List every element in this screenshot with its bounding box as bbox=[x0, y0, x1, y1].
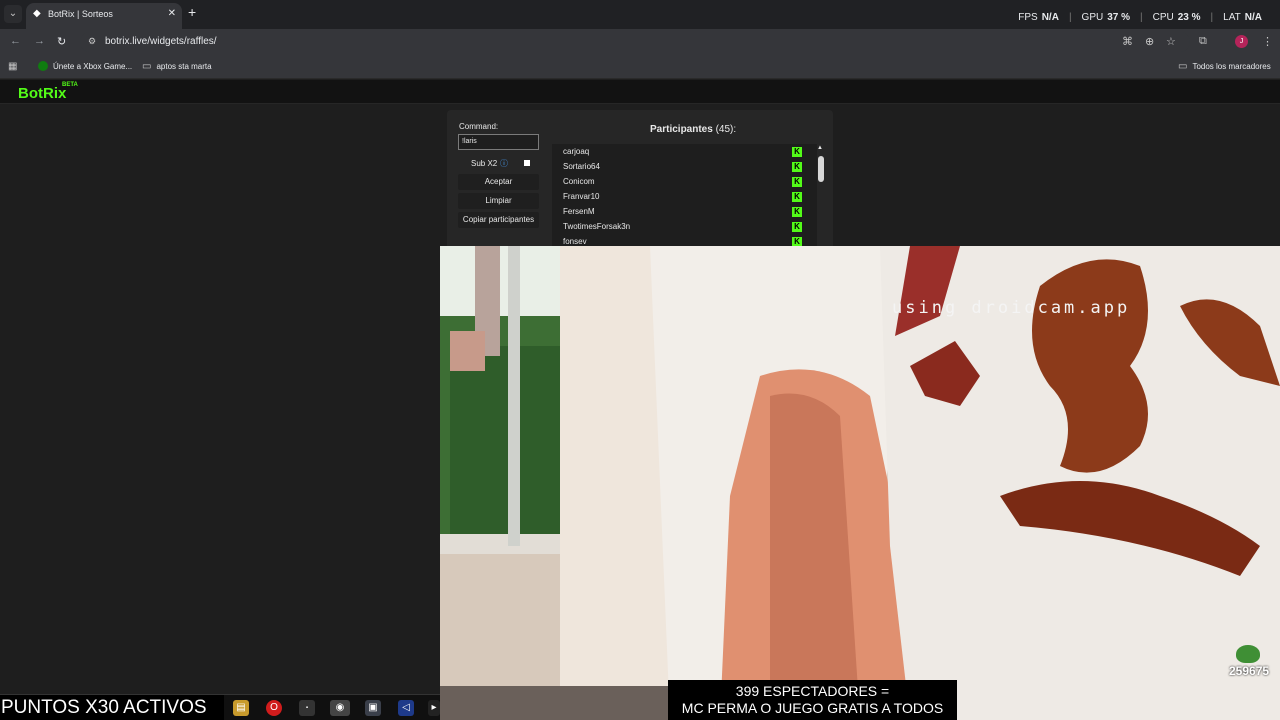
bookmark-aptos[interactable]: ▭ aptos sta marta bbox=[142, 61, 212, 72]
raffle-panel: Command: !laris Sub X2 ⓘ Aceptar Limpiar… bbox=[447, 110, 833, 250]
tab-search-icon[interactable]: ⌄ bbox=[4, 5, 22, 23]
zoom-icon[interactable]: ⊕ bbox=[1145, 35, 1154, 48]
performance-overlay: FPS N/A | GPU 37 % | CPU 23 % | LAT N/A bbox=[1018, 12, 1262, 23]
gpu-value: 37 % bbox=[1107, 12, 1131, 23]
kick-icon: K bbox=[792, 162, 802, 172]
app-icon[interactable]: ▪ bbox=[299, 700, 315, 716]
fps-value: N/A bbox=[1041, 12, 1059, 23]
kick-icon: K bbox=[792, 207, 802, 217]
webcam-image bbox=[440, 246, 1280, 720]
participant-name: Conicom bbox=[563, 177, 595, 186]
clear-button[interactable]: Limpiar bbox=[458, 193, 539, 209]
participant-name: TwotimesForsak3n bbox=[563, 222, 631, 231]
cpu-label: CPU bbox=[1152, 12, 1174, 23]
tab-title: BotRix | Sorteos bbox=[48, 9, 113, 19]
participant-name: carjoaq bbox=[563, 147, 590, 156]
bookmark-label: aptos sta marta bbox=[156, 62, 212, 71]
all-bookmarks[interactable]: ▭ Todos los marcadores bbox=[1178, 61, 1271, 72]
back-arrow-icon[interactable]: ← bbox=[10, 35, 21, 47]
scrollbar-thumb[interactable] bbox=[818, 156, 824, 182]
browser-toolbar: ← → ↻ ⚙ botrix.live/widgets/raffles/ ⌘ ⊕… bbox=[0, 29, 1280, 55]
gpu-label: GPU bbox=[1081, 12, 1104, 23]
star-icon[interactable]: ☆ bbox=[1166, 35, 1176, 48]
kick-icon: K bbox=[792, 192, 802, 202]
cpu-value: 23 % bbox=[1177, 12, 1201, 23]
reload-icon[interactable]: ↻ bbox=[57, 35, 66, 48]
webcam-feed: using droidcam.app 259675 399 ESPECTADOR… bbox=[440, 246, 1280, 720]
sub-x2-checkbox[interactable] bbox=[524, 160, 530, 166]
lat-label: LAT bbox=[1223, 12, 1241, 23]
participant-name: Sortario64 bbox=[563, 162, 600, 171]
beta-badge: BETA bbox=[62, 82, 78, 88]
participant-name: fonsev bbox=[563, 237, 587, 246]
participant-name: Franvar10 bbox=[563, 192, 600, 201]
list-item: FersenM K bbox=[552, 204, 817, 219]
tab-bar: ⌄ ◆ BotRix | Sorteos ✕ + FPS N/A | GPU 3… bbox=[0, 0, 1280, 29]
list-item: Franvar10 K bbox=[552, 189, 817, 204]
droidcam-watermark: using droidcam.app bbox=[892, 298, 1131, 318]
folder-icon: ▭ bbox=[1178, 61, 1188, 72]
info-icon[interactable]: ⓘ bbox=[500, 158, 508, 169]
fps-label: FPS bbox=[1018, 12, 1038, 23]
vscode-icon[interactable]: ◁ bbox=[398, 700, 414, 716]
kick-icon: K bbox=[792, 177, 802, 187]
taskbar-more-icon[interactable]: ▸ bbox=[428, 700, 440, 716]
botrix-favicon-icon: ◆ bbox=[33, 8, 41, 19]
url-text[interactable]: botrix.live/widgets/raffles/ bbox=[105, 36, 217, 47]
list-item: TwotimesForsak3n K bbox=[552, 219, 817, 234]
viewers-banner: 399 ESPECTADORES = MC PERMA O JUEGO GRAT… bbox=[668, 680, 957, 720]
profile-avatar[interactable]: J bbox=[1235, 35, 1248, 48]
pepe-emote-icon bbox=[1236, 645, 1260, 663]
menu-icon[interactable]: ⋮ bbox=[1262, 35, 1273, 48]
file-explorer-icon[interactable]: ▤ bbox=[233, 700, 249, 716]
folder-icon: ▭ bbox=[142, 61, 152, 72]
address-bar[interactable]: ⚙ botrix.live/widgets/raffles/ bbox=[80, 32, 1190, 52]
botrix-logo[interactable]: BotRix bbox=[18, 85, 66, 102]
translate-icon[interactable]: ⌘ bbox=[1122, 35, 1133, 48]
participants-title: Participantes bbox=[650, 124, 713, 135]
all-bookmarks-label: Todos los marcadores bbox=[1192, 62, 1271, 71]
points-banner: PUNTOS X30 ACTIVOS bbox=[0, 695, 224, 720]
extensions-icon[interactable]: ⧉ bbox=[1199, 35, 1207, 48]
list-item: Sortario64 K bbox=[552, 159, 817, 174]
site-info-icon[interactable]: ⚙ bbox=[88, 36, 96, 47]
kick-icon: K bbox=[792, 222, 802, 232]
participants-heading: Participantes (45): bbox=[650, 124, 736, 135]
banner-line-1: 399 ESPECTADORES = bbox=[735, 683, 890, 699]
window-app-icon[interactable]: ▣ bbox=[365, 700, 381, 716]
sub-x2-label: Sub X2 bbox=[471, 159, 498, 168]
opera-icon[interactable]: O bbox=[266, 700, 282, 716]
list-item: Conicom K bbox=[552, 174, 817, 189]
kick-icon: K bbox=[792, 147, 802, 157]
participants-list[interactable]: carjoaq K Sortario64 K Conicom K Franvar10 K… bbox=[552, 144, 817, 250]
xbox-icon bbox=[38, 61, 48, 71]
copy-participants-button[interactable]: Copiar participantes bbox=[458, 212, 539, 228]
apps-icon[interactable]: ▦ bbox=[8, 61, 17, 72]
banner-line-2: MC PERMA O JUEGO GRATIS A TODOS bbox=[681, 700, 944, 716]
participant-name: FersenM bbox=[563, 207, 595, 216]
forward-arrow-icon[interactable]: → bbox=[34, 35, 45, 47]
accept-button[interactable]: Aceptar bbox=[458, 174, 539, 190]
bookmark-label: Únete a Xbox Game... bbox=[53, 61, 133, 71]
list-item: carjoaq K bbox=[552, 144, 817, 159]
bookmark-xbox[interactable]: Únete a Xbox Game... bbox=[38, 61, 132, 71]
participants-count: (45): bbox=[715, 124, 737, 135]
chrome-icon[interactable]: ◉ bbox=[330, 700, 350, 716]
new-tab-icon[interactable]: + bbox=[188, 5, 196, 19]
command-input[interactable]: !laris bbox=[458, 134, 539, 150]
site-header: BotRix BETA bbox=[0, 80, 1280, 104]
browser-tab[interactable]: ◆ BotRix | Sorteos ✕ bbox=[26, 3, 182, 29]
scroll-up-icon[interactable]: ▲ bbox=[817, 145, 823, 151]
points-counter: 259675 bbox=[1229, 664, 1270, 678]
close-icon[interactable]: ✕ bbox=[168, 8, 176, 19]
bookmarks-bar: ▦ Únete a Xbox Game... ▭ aptos sta marta… bbox=[0, 55, 1280, 79]
lat-value: N/A bbox=[1244, 12, 1262, 23]
command-label: Command: bbox=[459, 122, 499, 131]
